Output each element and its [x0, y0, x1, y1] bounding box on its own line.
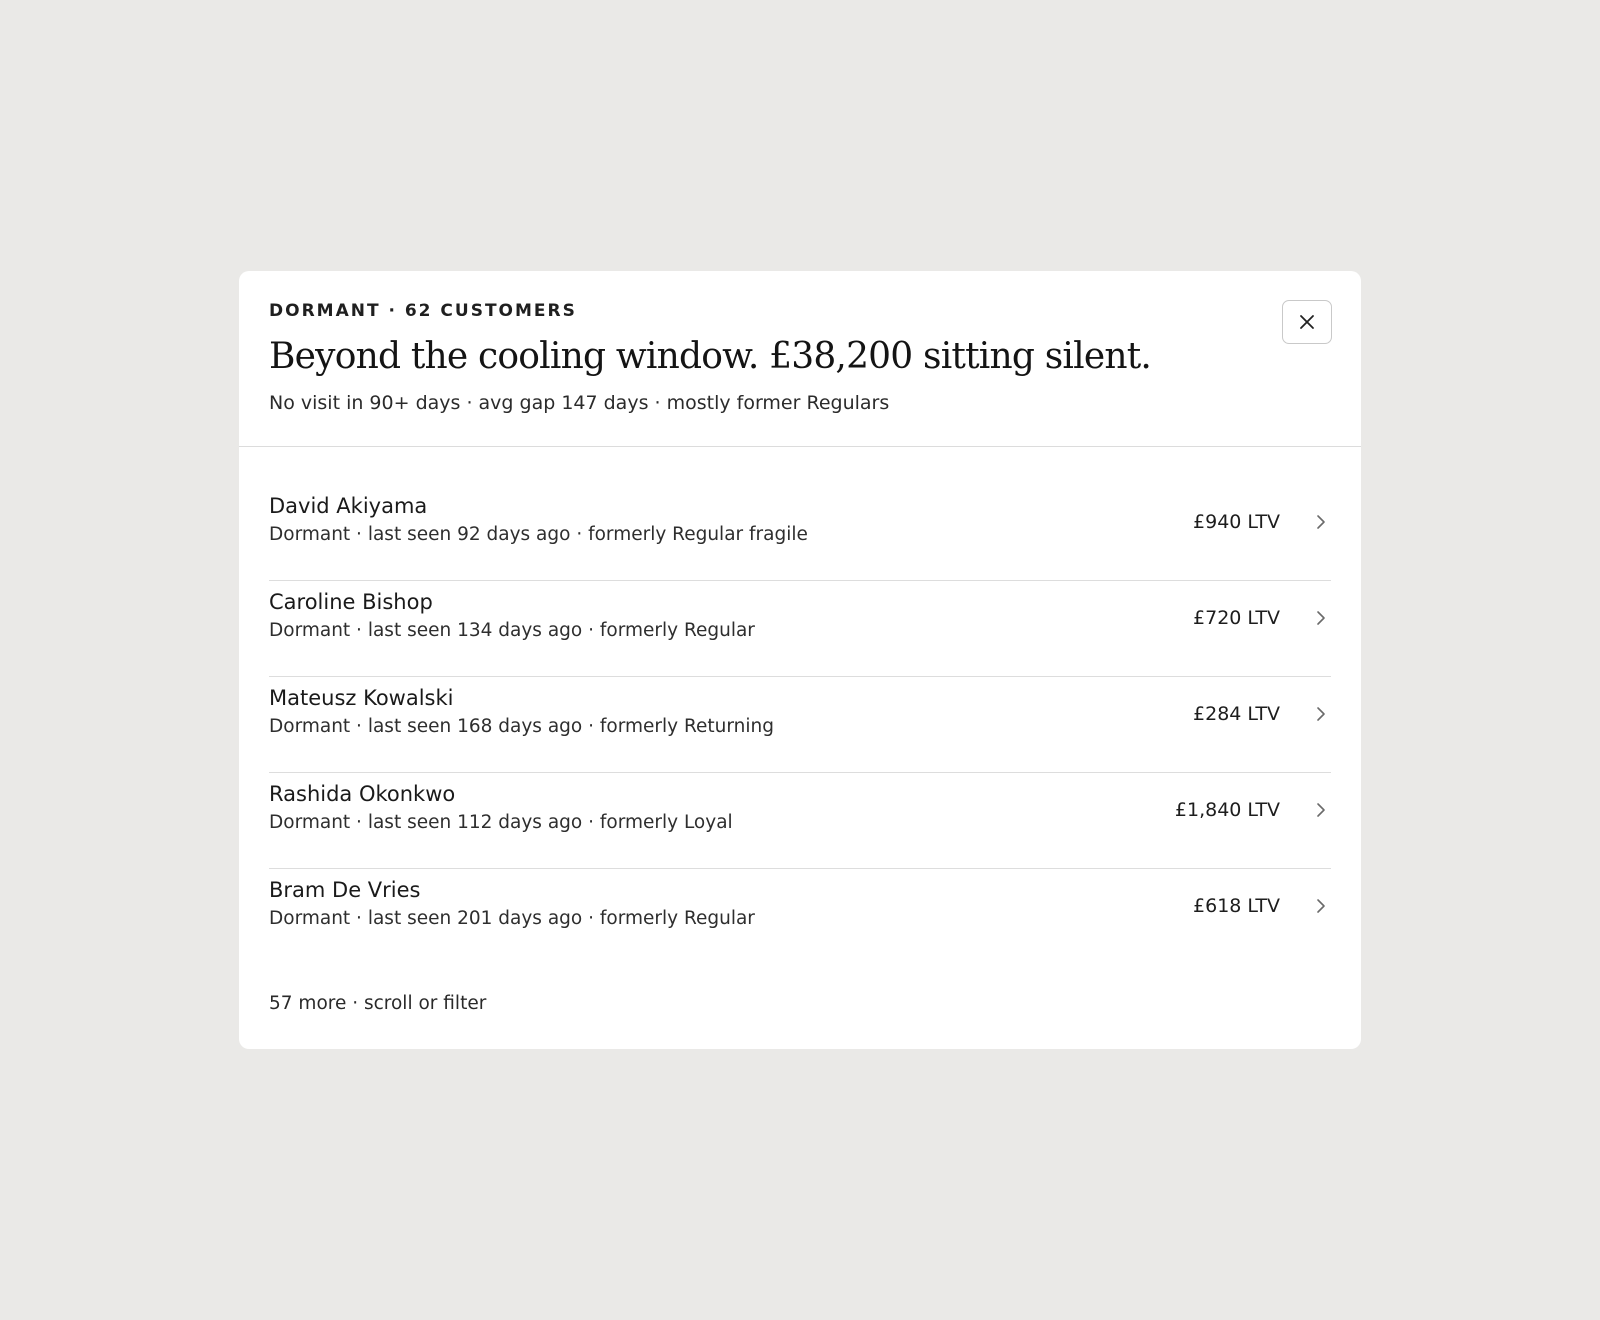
- customer-name: Rashida Okonkwo: [269, 782, 456, 806]
- close-button[interactable]: [1282, 300, 1332, 344]
- customer-row[interactable]: Mateusz Kowalski Dormant · last seen 168…: [269, 677, 1331, 773]
- customer-ltv: £720 LTV: [1193, 607, 1280, 629]
- customer-meta: Dormant · last seen 92 days ago · former…: [269, 524, 808, 545]
- customer-ltv: £284 LTV: [1193, 703, 1280, 725]
- customer-ltv: £940 LTV: [1193, 511, 1280, 533]
- more-customers-hint: 57 more · scroll or filter: [269, 993, 487, 1014]
- customer-row[interactable]: Caroline Bishop Dormant · last seen 134 …: [269, 581, 1331, 677]
- chevron-right-icon: [1317, 803, 1325, 817]
- customer-name: David Akiyama: [269, 494, 428, 518]
- customer-ltv: £618 LTV: [1193, 895, 1280, 917]
- dormant-customers-modal: DORMANT · 62 CUSTOMERS Beyond the coolin…: [239, 271, 1361, 1049]
- customer-meta: Dormant · last seen 134 days ago · forme…: [269, 620, 755, 641]
- close-icon: [1300, 315, 1314, 329]
- customer-name: Caroline Bishop: [269, 590, 433, 614]
- segment-eyebrow: DORMANT · 62 CUSTOMERS: [269, 301, 577, 321]
- segment-summary: No visit in 90+ days · avg gap 147 days …: [269, 392, 890, 414]
- customer-meta: Dormant · last seen 112 days ago · forme…: [269, 812, 733, 833]
- chevron-right-icon: [1317, 611, 1325, 625]
- modal-header: DORMANT · 62 CUSTOMERS Beyond the coolin…: [239, 271, 1361, 447]
- customer-meta: Dormant · last seen 201 days ago · forme…: [269, 908, 755, 929]
- customer-ltv: £1,840 LTV: [1174, 799, 1280, 821]
- customer-meta: Dormant · last seen 168 days ago · forme…: [269, 716, 774, 737]
- customer-name: Bram De Vries: [269, 878, 421, 902]
- modal-headline: Beyond the cooling window. £38,200 sitti…: [269, 336, 1152, 377]
- chevron-right-icon: [1317, 707, 1325, 721]
- customer-row[interactable]: Rashida Okonkwo Dormant · last seen 112 …: [269, 773, 1331, 869]
- customer-row[interactable]: Bram De Vries Dormant · last seen 201 da…: [269, 869, 1331, 965]
- customer-name: Mateusz Kowalski: [269, 686, 454, 710]
- chevron-right-icon: [1317, 515, 1325, 529]
- chevron-right-icon: [1317, 899, 1325, 913]
- customer-row[interactable]: David Akiyama Dormant · last seen 92 day…: [269, 485, 1331, 581]
- customer-list: David Akiyama Dormant · last seen 92 day…: [269, 485, 1331, 965]
